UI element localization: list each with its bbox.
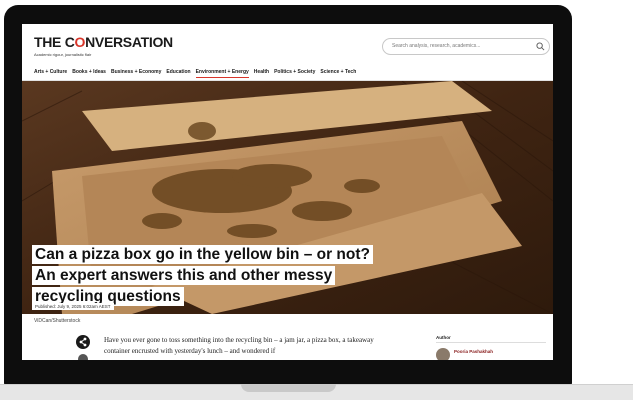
hero-image: Can a pizza box go in the yellow bin – o… [22, 81, 553, 314]
search-placeholder: Search analysis, research, academics... [392, 43, 481, 49]
laptop-notch [241, 384, 336, 392]
logo-prefix: THE C [34, 34, 75, 50]
site-logo[interactable]: THE CONVERSATION [34, 34, 173, 50]
nav-item[interactable]: Environment + Energy [195, 68, 249, 78]
published-date: Published: July 9, 2025 6:02am AEST [32, 303, 114, 310]
section-nav: Arts + Culture Books + Ideas Business + Ec… [34, 68, 356, 78]
action-icon[interactable] [78, 354, 88, 360]
headline-line: Can a pizza box go in the yellow bin – o… [32, 245, 373, 264]
headline-line: An expert answers this and other messy [32, 266, 336, 285]
browser-screen: THE CONVERSATION Academic rigour, journa… [22, 24, 553, 360]
article-body: Have you ever gone to toss something int… [104, 336, 374, 355]
nav-item[interactable]: Health [254, 68, 269, 78]
author-avatar[interactable] [436, 348, 450, 360]
site-header: THE CONVERSATION Academic rigour, journa… [22, 24, 553, 80]
logo-o: O [74, 34, 86, 50]
nav-item[interactable]: Politics + Society [274, 68, 315, 78]
search-icon[interactable] [536, 42, 545, 51]
nav-item[interactable]: Business + Economy [111, 68, 161, 78]
author-heading: Author [436, 335, 451, 340]
share-icon[interactable] [76, 335, 90, 349]
search-input[interactable]: Search analysis, research, academics... [382, 38, 550, 55]
logo-suffix: NVERSATION [85, 34, 173, 50]
site-tagline: Academic rigour, journalistic flair [34, 52, 92, 57]
image-credit[interactable]: ViDCan/Shutterstock [34, 318, 80, 324]
nav-item[interactable]: Education [166, 68, 190, 78]
nav-item[interactable]: Science + Tech [320, 68, 356, 78]
nav-item[interactable]: Books + Ideas [72, 68, 106, 78]
nav-item[interactable]: Arts + Culture [34, 68, 67, 78]
share-glyph-icon [79, 337, 87, 347]
author-divider [436, 342, 546, 343]
article-headline: Can a pizza box go in the yellow bin – o… [32, 245, 392, 308]
author-name[interactable]: Pooria Pashakhah [454, 349, 493, 354]
